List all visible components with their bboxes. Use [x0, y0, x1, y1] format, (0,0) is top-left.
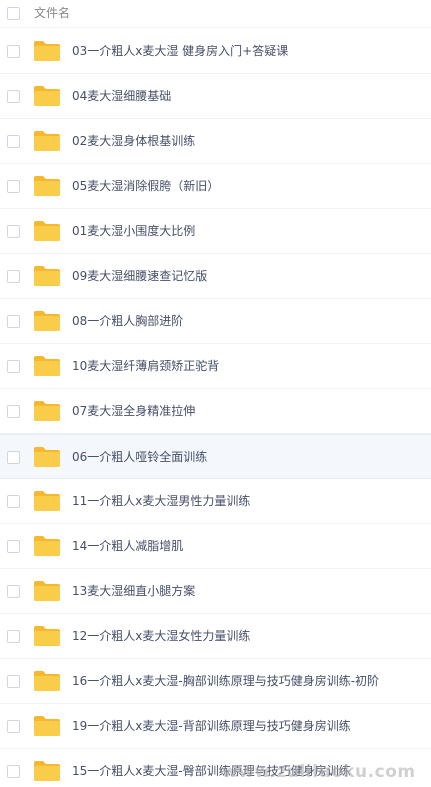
folder-row[interactable]: 03一介粗人x麦大湿 健身房入门+答疑课 — [0, 29, 431, 74]
folder-name[interactable]: 19一介粗人x麦大湿-背部训练原理与技巧健身房训练 — [72, 718, 351, 734]
row-checkbox[interactable] — [7, 720, 20, 733]
folder-icon[interactable] — [33, 175, 61, 197]
folder-icon[interactable] — [33, 355, 61, 377]
folder-row[interactable]: 19一介粗人x麦大湿-背部训练原理与技巧健身房训练 — [0, 704, 431, 749]
column-header-filename[interactable]: 文件名 — [34, 5, 70, 21]
folder-icon[interactable] — [33, 625, 61, 647]
row-checkbox[interactable] — [7, 495, 20, 508]
watermark: www.zuliluoku.com — [222, 762, 416, 782]
folder-row[interactable]: 12一介粗人x麦大湿女性力量训练 — [0, 614, 431, 659]
folder-row[interactable]: 02麦大湿身体根基训练 — [0, 119, 431, 164]
folder-row[interactable]: 11一介粗人x麦大湿男性力量训练 — [0, 479, 431, 524]
folder-name[interactable]: 04麦大湿细腰基础 — [72, 88, 171, 104]
row-checkbox[interactable] — [7, 675, 20, 688]
row-checkbox[interactable] — [7, 360, 20, 373]
folder-row[interactable]: 06一介粗人哑铃全面训练 — [0, 434, 431, 479]
select-all-checkbox[interactable] — [7, 7, 20, 20]
row-checkbox[interactable] — [7, 225, 20, 238]
row-checkbox[interactable] — [7, 405, 20, 418]
folder-icon[interactable] — [33, 535, 61, 557]
folder-name[interactable]: 05麦大湿消除假胯（新旧） — [72, 178, 219, 194]
folder-icon[interactable] — [33, 715, 61, 737]
folder-row[interactable]: 14一介粗人减脂增肌 — [0, 524, 431, 569]
row-checkbox[interactable] — [7, 315, 20, 328]
folder-name[interactable]: 07麦大湿全身精准拉伸 — [72, 403, 195, 419]
folder-icon[interactable] — [33, 400, 61, 422]
folder-name[interactable]: 03一介粗人x麦大湿 健身房入门+答疑课 — [72, 43, 288, 59]
folder-icon[interactable] — [33, 40, 61, 62]
folder-name[interactable]: 02麦大湿身体根基训练 — [72, 133, 195, 149]
folder-row[interactable]: 07麦大湿全身精准拉伸 — [0, 389, 431, 434]
folder-row[interactable]: 04麦大湿细腰基础 — [0, 74, 431, 119]
folder-icon[interactable] — [33, 310, 61, 332]
folder-icon[interactable] — [33, 265, 61, 287]
folder-name[interactable]: 12一介粗人x麦大湿女性力量训练 — [72, 628, 250, 644]
row-checkbox[interactable] — [7, 765, 20, 778]
row-checkbox[interactable] — [7, 180, 20, 193]
folder-name[interactable]: 16一介粗人x麦大湿-胸部训练原理与技巧健身房训练-初阶 — [72, 673, 379, 689]
folder-icon[interactable] — [33, 490, 61, 512]
row-checkbox[interactable] — [7, 270, 20, 283]
folder-name[interactable]: 11一介粗人x麦大湿男性力量训练 — [72, 493, 250, 509]
folder-row[interactable]: 13麦大湿细直小腿方案 — [0, 569, 431, 614]
folder-name[interactable]: 06一介粗人哑铃全面训练 — [72, 449, 207, 465]
folder-name[interactable]: 13麦大湿细直小腿方案 — [72, 583, 195, 599]
folder-row[interactable]: 08一介粗人胸部进阶 — [0, 299, 431, 344]
folder-name[interactable]: 01麦大湿小围度大比例 — [72, 223, 195, 239]
folder-icon[interactable] — [33, 670, 61, 692]
row-checkbox[interactable] — [7, 45, 20, 58]
folder-icon[interactable] — [33, 85, 61, 107]
folder-row[interactable]: 16一介粗人x麦大湿-胸部训练原理与技巧健身房训练-初阶 — [0, 659, 431, 704]
folder-name[interactable]: 09麦大湿细腰速查记忆版 — [72, 268, 207, 284]
row-checkbox[interactable] — [7, 451, 20, 464]
folder-icon[interactable] — [33, 220, 61, 242]
list-header: 文件名 — [0, 0, 431, 28]
folder-row[interactable]: 09麦大湿细腰速查记忆版 — [0, 254, 431, 299]
folder-icon[interactable] — [33, 130, 61, 152]
folder-icon[interactable] — [33, 446, 61, 468]
row-checkbox[interactable] — [7, 135, 20, 148]
folder-icon[interactable] — [33, 760, 61, 782]
file-list: 文件名 03一介粗人x麦大湿 健身房入门+答疑课 04麦大湿细腰基础 02麦大湿身体… — [0, 0, 431, 787]
row-checkbox[interactable] — [7, 630, 20, 643]
row-checkbox[interactable] — [7, 585, 20, 598]
folder-name[interactable]: 08一介粗人胸部进阶 — [72, 313, 183, 329]
folder-icon[interactable] — [33, 580, 61, 602]
row-checkbox[interactable] — [7, 90, 20, 103]
folder-row[interactable]: 10麦大湿纤薄肩颈矫正驼背 — [0, 344, 431, 389]
folder-row[interactable]: 01麦大湿小围度大比例 — [0, 209, 431, 254]
row-checkbox[interactable] — [7, 540, 20, 553]
folder-name[interactable]: 14一介粗人减脂增肌 — [72, 538, 183, 554]
folder-row[interactable]: 05麦大湿消除假胯（新旧） — [0, 164, 431, 209]
folder-name[interactable]: 10麦大湿纤薄肩颈矫正驼背 — [72, 358, 219, 374]
